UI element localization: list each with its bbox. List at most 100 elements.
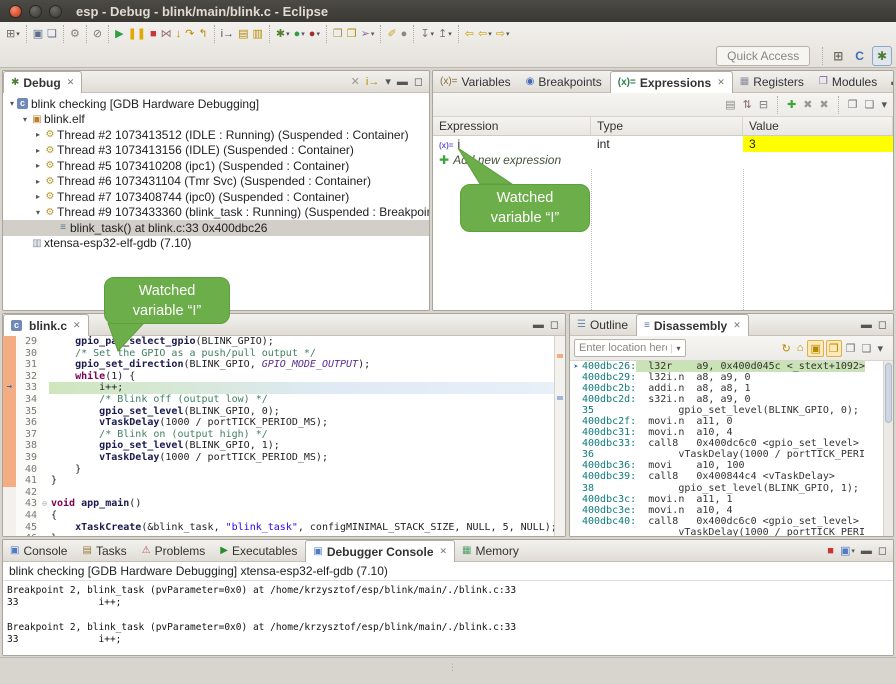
quick-access-button[interactable]: Quick Access (716, 46, 810, 66)
expander-icon[interactable]: ▸ (33, 146, 43, 155)
maximize-icon[interactable]: ◻ (548, 317, 561, 332)
edit-step-filters-icon[interactable]: ▥ (250, 26, 264, 41)
annotation-ruler[interactable] (3, 464, 16, 476)
minimize-window-button[interactable] (29, 5, 42, 18)
debug-perspective-button[interactable]: ✱ (872, 46, 892, 66)
expander-icon[interactable]: ▸ (33, 161, 43, 170)
step-return-icon[interactable]: ↰ (196, 26, 209, 41)
disassembly-line[interactable]: ➤400dbc26: l32r a9, 0x400d045c <_stext+1… (570, 361, 893, 372)
disassembly-line[interactable]: 400dbc39: call8 0x400844c4 <vTaskDelay> (570, 471, 893, 482)
back-icon[interactable]: ⇦▾ (476, 26, 494, 41)
terminate-console-icon[interactable]: ■ (825, 544, 836, 558)
tree-item[interactable]: ≡blink_task() at blink.c:33 0x400dbc26 (3, 220, 429, 236)
new-view-icon[interactable]: ❐ (844, 341, 858, 356)
sync-context-toggle-icon[interactable]: ❐ (826, 340, 842, 357)
collapse-all-icon[interactable]: ⊟ (757, 97, 770, 112)
annotation-ruler[interactable] (3, 487, 16, 499)
editor-line[interactable]: 44{ (3, 510, 565, 522)
remove-all-expressions-icon[interactable]: ✖ (818, 97, 831, 112)
open-type-icon[interactable]: ❐ (331, 26, 345, 41)
expander-icon[interactable]: ▸ (33, 130, 43, 139)
tab-console[interactable]: ▣Console (3, 540, 75, 561)
launch-target-icon[interactable]: ➢▾ (359, 26, 377, 41)
last-edit-location-icon[interactable]: ⇦ (463, 26, 476, 41)
tab-blink-c[interactable]: cblink.c✕ (3, 314, 89, 336)
goto-program-counter-icon[interactable]: ⌂ (795, 341, 806, 355)
tree-item[interactable]: ▸⚙Thread #5 1073410208 (ipc1) (Suspended… (3, 158, 429, 174)
annotation-ruler[interactable] (3, 440, 16, 452)
open-perspective-button[interactable]: ⊞ (829, 47, 847, 65)
disassembly-source-line[interactable]: 38 gpio_set_level(BLINK_GPIO, 1); (570, 483, 893, 494)
expander-icon[interactable]: ▸ (33, 192, 43, 201)
disassembly-source-line[interactable]: 36 vTaskDelay(1000 / portTICK_PERI (570, 449, 893, 460)
disassembly-line[interactable]: 400dbc36: movi a10, 100 (570, 460, 893, 471)
previous-annotation-icon[interactable]: ↥▾ (436, 26, 454, 41)
cpp-perspective-button[interactable]: C (851, 47, 868, 65)
editor-line[interactable]: 46} (3, 533, 565, 536)
minimize-icon[interactable]: ▬ (859, 544, 874, 558)
suspend-icon[interactable]: ❚❚ (126, 26, 148, 41)
annotation-ruler[interactable] (3, 417, 16, 429)
editor-line[interactable]: 32 while(1) { (3, 371, 565, 383)
maximize-icon[interactable]: ◻ (876, 543, 889, 558)
view-menu-icon[interactable]: ▾ (879, 97, 889, 112)
tab-tasks[interactable]: ▤Tasks (75, 540, 134, 561)
display-selected-console-icon[interactable]: ▣▾ (838, 543, 857, 558)
disassembly-location-input[interactable] (575, 342, 671, 354)
editor-line[interactable]: 34 /* Blink off (output low) */ (3, 394, 565, 406)
pin-view-icon[interactable]: ❏ (860, 341, 874, 356)
tree-item[interactable]: ▾▣blink.elf (3, 112, 429, 128)
code-editor[interactable]: 29 gpio_pad_select_gpio(BLINK_GPIO);30 /… (3, 336, 565, 536)
minimize-icon[interactable]: ▬ (395, 75, 410, 89)
debug-launch-icon[interactable]: ✱▾ (274, 26, 292, 41)
annotation-ruler[interactable] (3, 522, 16, 534)
instruction-stepping-mode-icon[interactable]: i→ (364, 75, 381, 89)
disassembly-line[interactable]: 400dbc3c: movi.n a11, 1 (570, 494, 893, 505)
expander-icon[interactable]: ▾ (20, 115, 30, 124)
external-tools-icon[interactable]: ●▾ (307, 27, 322, 41)
editor-line[interactable]: 43⊖void app_main() (3, 498, 565, 510)
annotation-ruler[interactable] (3, 371, 16, 383)
annotation-ruler[interactable] (3, 510, 16, 522)
editor-line[interactable]: 38 gpio_set_level(BLINK_GPIO, 1); (3, 440, 565, 452)
disassembly-line[interactable]: 400dbc29: l32i.n a8, a9, 0 (570, 372, 893, 383)
next-annotation-icon[interactable]: ↧▾ (418, 26, 436, 41)
close-icon[interactable]: ✕ (733, 320, 741, 331)
forward-icon[interactable]: ⇨▾ (494, 26, 512, 41)
disassembly-source-line[interactable]: 35 gpio_set_level(BLINK_GPIO, 0); (570, 405, 893, 416)
disassembly-line[interactable]: 400dbc33: call8 0x400dc6c0 <gpio_set_lev… (570, 438, 893, 449)
instruction-pointer-icon[interactable]: → (3, 382, 16, 394)
location-dropdown-icon[interactable]: ▾ (671, 344, 685, 353)
tree-item[interactable]: ▸⚙Thread #3 1073413156 (IDLE) (Suspended… (3, 143, 429, 159)
disassembly-line[interactable]: 400dbc2f: movi.n a11, 0 (570, 416, 893, 427)
expander-icon[interactable]: ▾ (33, 208, 43, 217)
show-source-toggle-icon[interactable]: ▣ (807, 340, 823, 357)
editor-line[interactable]: 45 xTaskCreate(&blink_task, "blink_task"… (3, 522, 565, 534)
new-expressions-view-icon[interactable]: ❐ (846, 97, 860, 112)
terminate-icon[interactable]: ■ (148, 27, 159, 41)
new-wizard-icon[interactable]: ⊞▾ (4, 26, 22, 41)
tab-outline[interactable]: ☰Outline (570, 314, 636, 335)
disassembly-line[interactable]: 400dbc31: movi.n a10, 4 (570, 427, 893, 438)
close-icon[interactable]: ✕ (717, 77, 725, 88)
tab-debug[interactable]: ✱Debug✕ (3, 71, 82, 93)
annotation-ruler[interactable] (3, 394, 16, 406)
pin-view-icon[interactable]: ❏ (863, 97, 877, 112)
refresh-view-icon[interactable]: ↻ (780, 341, 793, 356)
tree-item[interactable]: ▸⚙Thread #6 1073431104 (Tmr Svc) (Suspen… (3, 174, 429, 190)
overview-ruler[interactable] (554, 336, 565, 536)
build-icon[interactable]: ⚙ (68, 26, 82, 41)
tab-registers[interactable]: ▦Registers (733, 71, 812, 92)
annotation-ruler[interactable] (3, 498, 16, 510)
close-icon[interactable]: ✕ (440, 546, 448, 557)
view-menu-icon[interactable]: ▾ (383, 74, 393, 89)
search-icon[interactable]: ● (399, 27, 410, 41)
editor-line[interactable]: 41} (3, 475, 565, 487)
show-type-names-icon[interactable]: ▤ (723, 97, 737, 112)
resume-icon[interactable]: ▶ (113, 26, 125, 41)
minimize-icon[interactable]: ▬ (859, 318, 874, 332)
annotation-ruler[interactable] (3, 429, 16, 441)
format-icon[interactable]: ✐ (385, 26, 398, 41)
editor-line[interactable]: 36 vTaskDelay(1000 / portTICK_PERIOD_MS)… (3, 417, 565, 429)
column-header-value[interactable]: Value (743, 117, 893, 135)
